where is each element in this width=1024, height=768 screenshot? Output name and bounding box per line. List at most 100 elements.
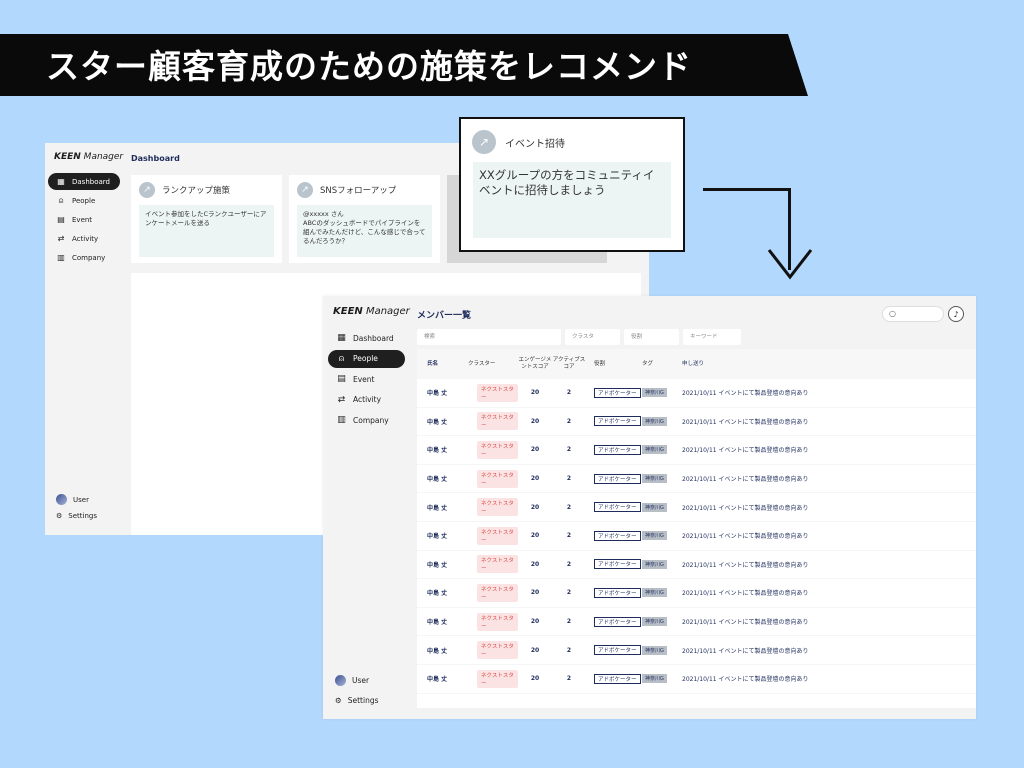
member-name[interactable]: 中島 丈: [417, 617, 468, 626]
sidebar-item-label: People: [72, 196, 96, 205]
sidebar-item-label: Activity: [72, 234, 99, 243]
table-row[interactable]: 中島 丈ネクストスター 20 2 アドボケーター 神奈川G 2021/10/11 イベント…: [417, 522, 976, 551]
tag-badge: 神奈川G: [642, 445, 667, 455]
gear-icon: ⚙: [56, 512, 63, 520]
title-banner: スター顧客育成のための施策をレコメンド: [0, 34, 808, 96]
member-name[interactable]: 中島 丈: [417, 388, 468, 397]
card-title: イベント招待: [505, 138, 565, 150]
table-row[interactable]: 中島 丈ネクストスター 20 2 アドボケーター 神奈川G 2021/10/11 イベント…: [417, 665, 976, 694]
arrow-up-right-icon: ↗: [297, 182, 313, 198]
handover-note: 2021/10/11 イベントにて製品登壇の意向あり: [682, 418, 809, 426]
app-logo: KEEN Manager: [54, 152, 124, 162]
table-row[interactable]: 中島 丈ネクストスター 20 2 アドボケーター 神奈川G 2021/10/11 イベント…: [417, 579, 976, 608]
role-badge: アドボケーター: [594, 673, 641, 684]
table-row[interactable]: 中島 丈ネクストスター 20 2 アドボケーター 神奈川G 2021/10/11 イベント…: [417, 465, 976, 494]
tag-badge: 神奈川G: [642, 617, 667, 627]
sidebar-item-activity[interactable]: ⇄ Activity: [48, 230, 120, 247]
search-input[interactable]: ○: [882, 306, 944, 322]
grid-icon: ▦: [337, 333, 346, 343]
sidebar-user[interactable]: User: [335, 675, 369, 686]
sidebar-item-label: Company: [353, 415, 389, 425]
sidebar-item-label: Dashboard: [353, 333, 394, 343]
sidebar-item-event[interactable]: ▤ Event: [48, 211, 120, 228]
table-row[interactable]: 中島 丈ネクストスター 20 2 アドボケーター 神奈川G 2021/10/11 イベント…: [417, 551, 976, 580]
sidebar-item-dashboard[interactable]: ▦ Dashboard: [328, 329, 405, 347]
member-name[interactable]: 中島 丈: [417, 531, 468, 540]
keyword-filter[interactable]: キーワード: [683, 329, 741, 345]
role-filter[interactable]: 役割: [624, 329, 679, 345]
engagement-score: 20: [530, 646, 540, 654]
app-logo: KEEN Manager: [333, 306, 410, 317]
engagement-score: 20: [530, 475, 540, 483]
table-body: 中島 丈ネクストスター 20 2 アドボケーター 神奈川G 2021/10/11 イベント…: [417, 379, 976, 694]
sidebar-user[interactable]: User: [56, 494, 89, 505]
sidebar-item-label: Dashboard: [72, 177, 110, 186]
handover-note: 2021/10/11 イベントにて製品登壇の意向あり: [682, 561, 809, 569]
member-table: 氏名 クラスター エンゲージメントスコア アクティブスコア 役割 タグ 申し送り…: [417, 349, 976, 708]
connector-line: [703, 188, 791, 191]
gear-icon: ⚙: [335, 696, 342, 705]
role-badge: アドボケーター: [594, 387, 641, 398]
sidebar-item-label: Activity: [353, 395, 382, 404]
tag-badge: 神奈川G: [642, 559, 667, 569]
role-badge: アドボケーター: [594, 473, 641, 484]
table-header: 氏名 クラスター エンゲージメントスコア アクティブスコア 役割 タグ 申し送り: [417, 349, 976, 379]
engagement-score: 20: [530, 589, 540, 597]
member-name[interactable]: 中島 丈: [417, 474, 468, 483]
table-row[interactable]: 中島 丈ネクストスター 20 2 アドボケーター 神奈川G 2021/10/11 イベント…: [417, 379, 976, 408]
sidebar-item-people[interactable]: ⍝ People: [48, 192, 120, 209]
member-name[interactable]: 中島 丈: [417, 445, 468, 454]
event-invite-card[interactable]: ↗ イベント招待 XXグループの方をコミュニティイベントに招待しましょう: [459, 117, 685, 252]
sidebar-item-people[interactable]: ⍝ People: [328, 349, 405, 368]
activity-score: 2: [566, 675, 572, 683]
member-name[interactable]: 中島 丈: [417, 674, 468, 683]
tag-badge: 神奈川G: [642, 502, 667, 512]
table-row[interactable]: 中島 丈ネクストスター 20 2 アドボケーター 神奈川G 2021/10/11 イベント…: [417, 608, 976, 637]
engagement-score: 20: [530, 417, 540, 425]
member-name[interactable]: 中島 丈: [417, 560, 468, 569]
member-list-window: KEEN Manager メンバー一覧 ○ ♪ ▦ Dashboard ⍝ Peop…: [323, 296, 976, 719]
engagement-score: 20: [530, 675, 540, 683]
member-name[interactable]: 中島 丈: [417, 417, 468, 426]
tag-badge: 神奈川G: [642, 588, 667, 598]
activity-score: 2: [566, 618, 572, 626]
search-filter-input[interactable]: 検索: [417, 329, 561, 345]
cluster-badge: ネクストスター: [477, 412, 518, 431]
activity-score: 2: [566, 646, 572, 654]
sidebar-item-event[interactable]: ▤ Event: [328, 370, 405, 388]
recommend-card-sns[interactable]: ↗ SNSフォローアップ @xxxxx さん ABCのダッシュボードでパイプライン…: [289, 175, 440, 263]
arrows-icon: ⇄: [337, 394, 346, 405]
engagement-score: 20: [530, 446, 540, 454]
tag-badge: 神奈川G: [642, 531, 667, 541]
activity-score: 2: [566, 532, 572, 540]
cluster-filter[interactable]: クラスタ: [565, 329, 620, 345]
table-row[interactable]: 中島 丈ネクストスター 20 2 アドボケーター 神奈川G 2021/10/11 イベント…: [417, 408, 976, 437]
sidebar-item-label: Event: [72, 215, 93, 224]
member-name[interactable]: 中島 丈: [417, 503, 468, 512]
building-icon: ▥: [57, 253, 65, 262]
cluster-badge: ネクストスター: [477, 469, 518, 488]
cluster-badge: ネクストスター: [477, 583, 518, 602]
cluster-badge: ネクストスター: [477, 669, 518, 688]
table-row[interactable]: 中島 丈ネクストスター 20 2 アドボケーター 神奈川G 2021/10/11 イベント…: [417, 493, 976, 522]
role-badge: アドボケーター: [594, 616, 641, 627]
table-row[interactable]: 中島 丈ネクストスター 20 2 アドボケーター 神奈川G 2021/10/11 イベント…: [417, 436, 976, 465]
activity-score: 2: [566, 475, 572, 483]
cluster-badge: ネクストスター: [477, 555, 518, 574]
sidebar-item-label: Event: [353, 374, 375, 384]
bell-icon[interactable]: ♪: [948, 306, 964, 322]
tag-badge: 神奈川G: [642, 474, 667, 484]
page-title: メンバー一覧: [417, 311, 472, 321]
member-name[interactable]: 中島 丈: [417, 646, 468, 655]
recommend-card-rankup[interactable]: ↗ ランクアップ施策 イベント参加をしたCランクユーザーにアンケートメールを送る: [131, 175, 282, 263]
sidebar-item-dashboard[interactable]: ▦ Dashboard: [48, 173, 120, 190]
sidebar-settings[interactable]: ⚙ Settings: [335, 696, 379, 705]
activity-score: 2: [566, 446, 572, 454]
handover-note: 2021/10/11 イベントにて製品登壇の意向あり: [682, 390, 809, 398]
sidebar-settings[interactable]: ⚙ Settings: [56, 512, 97, 520]
sidebar-item-activity[interactable]: ⇄ Activity: [328, 391, 405, 409]
sidebar-item-company[interactable]: ▥ Company: [48, 249, 120, 266]
member-name[interactable]: 中島 丈: [417, 588, 468, 597]
table-row[interactable]: 中島 丈ネクストスター 20 2 アドボケーター 神奈川G 2021/10/11 イベント…: [417, 636, 976, 665]
sidebar-item-company[interactable]: ▥ Company: [328, 411, 405, 429]
